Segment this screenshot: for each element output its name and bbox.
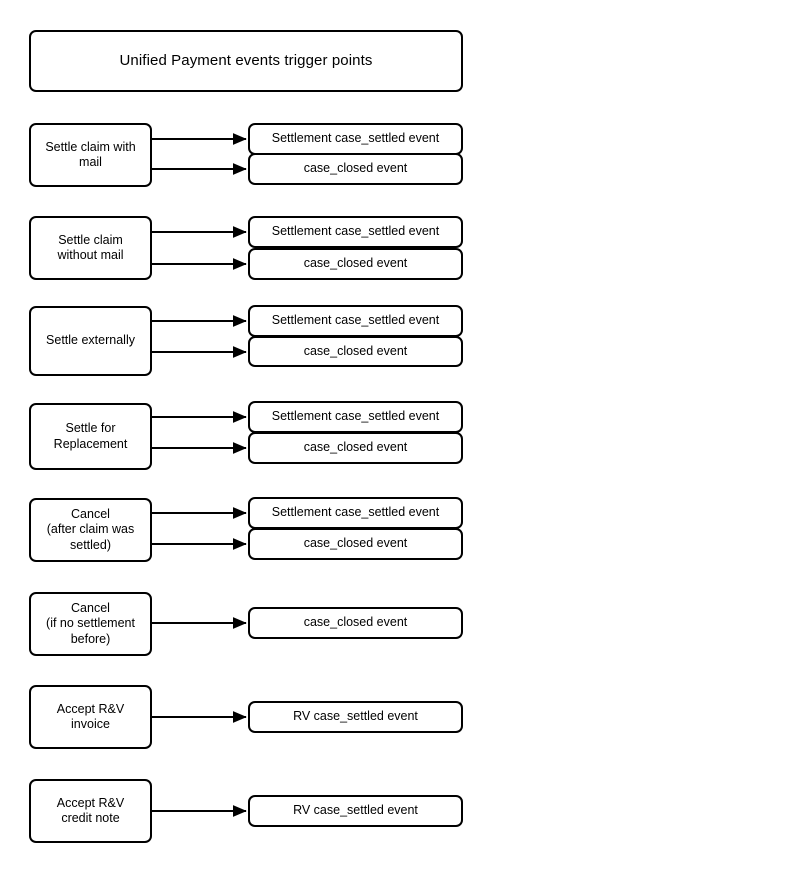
action-node-label: Settle claim without mail — [57, 232, 124, 262]
action-node-settle-claim-without-mail: Settle claim without mail — [29, 216, 152, 280]
event-node: Settlement case_settled event — [248, 401, 463, 433]
event-node-label: case_closed event — [303, 615, 408, 630]
event-node: case_closed event — [248, 153, 463, 185]
event-node-label: case_closed event — [303, 256, 408, 271]
event-node: case_closed event — [248, 607, 463, 639]
event-node: Settlement case_settled event — [248, 216, 463, 248]
event-node: case_closed event — [248, 432, 463, 464]
event-node-label: Settlement case_settled event — [271, 224, 440, 239]
diagram-title-box: Unified Payment events trigger points — [29, 30, 463, 92]
diagram-title-label: Unified Payment events trigger points — [119, 51, 373, 69]
event-node: case_closed event — [248, 528, 463, 560]
event-node: case_closed event — [248, 336, 463, 367]
event-node: Settlement case_settled event — [248, 305, 463, 337]
event-node-label: case_closed event — [303, 440, 408, 455]
action-node-settle-claim-with-mail: Settle claim with mail — [29, 123, 152, 187]
diagram-canvas: Unified Payment events trigger points Se… — [0, 0, 800, 872]
event-node-label: RV case_settled event — [293, 803, 418, 818]
action-node-cancel-after-claim-was-settled: Cancel (after claim was settled) — [29, 498, 152, 562]
action-node-accept-rv-invoice: Accept R&V invoice — [29, 685, 152, 749]
event-node-label: case_closed event — [303, 343, 408, 358]
event-node-label: Settlement case_settled event — [271, 505, 440, 520]
action-node-label: Settle claim with mail — [45, 139, 136, 169]
action-node-label: Cancel (after claim was settled) — [46, 507, 135, 552]
event-node-label: Settlement case_settled event — [271, 131, 440, 146]
event-node: Settlement case_settled event — [248, 497, 463, 529]
action-node-label: Accept R&V credit note — [56, 795, 125, 825]
event-node: Settlement case_settled event — [248, 123, 463, 155]
event-node-label: case_closed event — [303, 161, 408, 176]
action-node-accept-rv-credit-note: Accept R&V credit note — [29, 779, 152, 843]
event-node-label: RV case_settled event — [293, 709, 418, 724]
action-node-settle-for-replacement: Settle for Replacement — [29, 403, 152, 470]
event-node-label: Settlement case_settled event — [271, 409, 440, 424]
action-node-label: Cancel (if no settlement before) — [46, 601, 135, 646]
event-node-label: Settlement case_settled event — [271, 313, 440, 328]
event-node: RV case_settled event — [248, 701, 463, 733]
action-node-settle-externally: Settle externally — [29, 306, 152, 376]
event-node-label: case_closed event — [303, 536, 408, 551]
event-node: case_closed event — [248, 248, 463, 280]
action-node-label: Accept R&V invoice — [56, 701, 125, 731]
action-node-cancel-if-no-settlement-before: Cancel (if no settlement before) — [29, 592, 152, 656]
action-node-label: Settle externally — [46, 333, 135, 348]
event-node: RV case_settled event — [248, 795, 463, 827]
action-node-label: Settle for Replacement — [53, 421, 128, 451]
